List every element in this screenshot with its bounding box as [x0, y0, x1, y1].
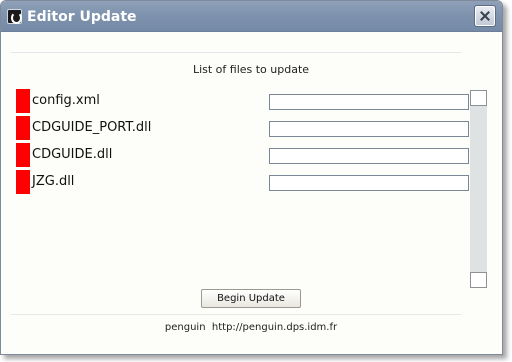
file-name: CDGUIDE.dll [32, 147, 113, 162]
list-item: JZG.dll [16, 170, 471, 194]
status-marker [16, 170, 30, 194]
scroll-up-button[interactable] [470, 90, 487, 106]
update-window: Editor Update List of files to update co… [0, 0, 503, 355]
scroll-down-button[interactable] [470, 272, 487, 288]
title-bar[interactable]: Editor Update [1, 1, 502, 32]
status-marker [16, 116, 30, 140]
list-item: config.xml [16, 89, 471, 113]
file-progress-bar [269, 148, 469, 164]
file-list-header: List of files to update [192, 63, 310, 76]
status-marker [16, 143, 30, 167]
file-name: CDGUIDE_PORT.dll [32, 120, 152, 135]
file-progress-bar [269, 121, 469, 137]
divider [11, 314, 461, 315]
dialog-body: List of files to update config.xml CDGUI… [1, 32, 502, 354]
footer-user: penguin [164, 322, 206, 333]
file-list-scrollbar[interactable] [470, 90, 487, 288]
divider [11, 52, 461, 53]
close-icon[interactable] [474, 5, 496, 27]
file-progress-bar [269, 175, 469, 191]
status-marker [16, 89, 30, 113]
footer: penguin http://penguin.dps.idm.fr [1, 322, 501, 333]
list-item: CDGUIDE_PORT.dll [16, 116, 471, 140]
list-item: CDGUIDE.dll [16, 143, 471, 167]
footer-url: http://penguin.dps.idm.fr [211, 322, 338, 333]
app-icon [7, 9, 22, 24]
begin-update-button[interactable]: Begin Update [201, 289, 301, 308]
file-progress-bar [269, 94, 469, 110]
window-title: Editor Update [27, 9, 137, 25]
file-name: JZG.dll [32, 174, 75, 189]
file-name: config.xml [32, 93, 100, 108]
